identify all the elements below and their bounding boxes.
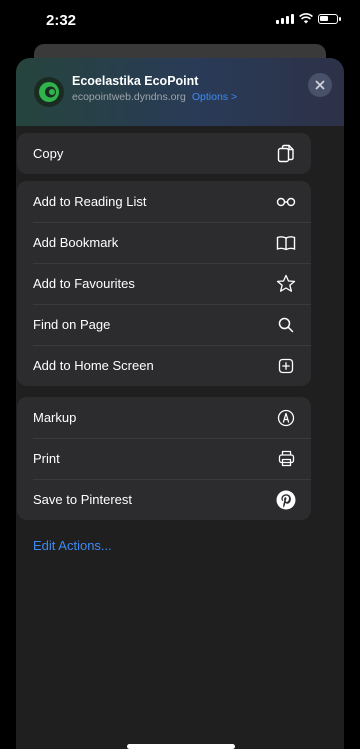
actions-group: Add to Reading List Add Bookmark Add to … (17, 181, 311, 386)
status-icons (276, 13, 341, 24)
menu-item-add-to-reading-list[interactable]: Add to Reading List (17, 181, 311, 222)
edit-actions-link[interactable]: Edit Actions... (33, 538, 112, 553)
page-url: ecopointweb.dyndns.org (72, 91, 186, 103)
site-icon (34, 77, 64, 107)
status-bar: 2:32 (0, 0, 360, 36)
glasses-icon (276, 192, 296, 212)
menu-item-print[interactable]: Print (17, 438, 311, 479)
wifi-icon (299, 13, 313, 24)
extensions-group: Markup Print Save to Pinterest (17, 397, 311, 520)
options-link[interactable]: Options > (192, 91, 237, 103)
markup-icon (276, 408, 296, 428)
menu-item-label: Add to Favourites (33, 276, 135, 291)
book-icon (276, 233, 296, 253)
menu-item-label: Add to Home Screen (33, 358, 154, 373)
share-header: Ecoelastika EcoPoint ecopointweb.dyndns.… (16, 58, 344, 126)
close-button[interactable] (308, 73, 332, 97)
close-icon (315, 80, 325, 90)
menu-item-markup[interactable]: Markup (17, 397, 311, 438)
search-icon (276, 315, 296, 335)
page-url-line: ecopointweb.dyndns.org Options > (72, 91, 237, 103)
printer-icon (276, 449, 296, 469)
home-indicator[interactable] (127, 744, 235, 749)
page-title: Ecoelastika EcoPoint (72, 74, 199, 88)
menu-item-label: Markup (33, 410, 77, 425)
menu-item-add-bookmark[interactable]: Add Bookmark (17, 222, 311, 263)
menu-item-label: Add Bookmark (33, 235, 119, 250)
menu-item-label: Find on Page (33, 317, 111, 332)
menu-item-add-to-favourites[interactable]: Add to Favourites (17, 263, 311, 304)
copy-group: Copy (17, 133, 311, 174)
menu-item-copy[interactable]: Copy (17, 133, 311, 174)
menu-item-add-to-home-screen[interactable]: Add to Home Screen (17, 345, 311, 386)
status-time: 2:32 (46, 12, 77, 29)
menu-item-label: Print (33, 451, 60, 466)
pinterest-icon (276, 490, 296, 510)
menu-item-label: Add to Reading List (33, 194, 147, 209)
copy-icon (276, 144, 296, 164)
menu-item-save-to-pinterest[interactable]: Save to Pinterest (17, 479, 311, 520)
signal-icon (276, 13, 294, 24)
menu-item-label: Copy (33, 146, 64, 161)
star-icon (276, 274, 296, 294)
menu-item-label: Save to Pinterest (33, 492, 132, 507)
battery-icon (318, 13, 341, 24)
plus-square-icon (276, 356, 296, 376)
menu-item-find-on-page[interactable]: Find on Page (17, 304, 311, 345)
